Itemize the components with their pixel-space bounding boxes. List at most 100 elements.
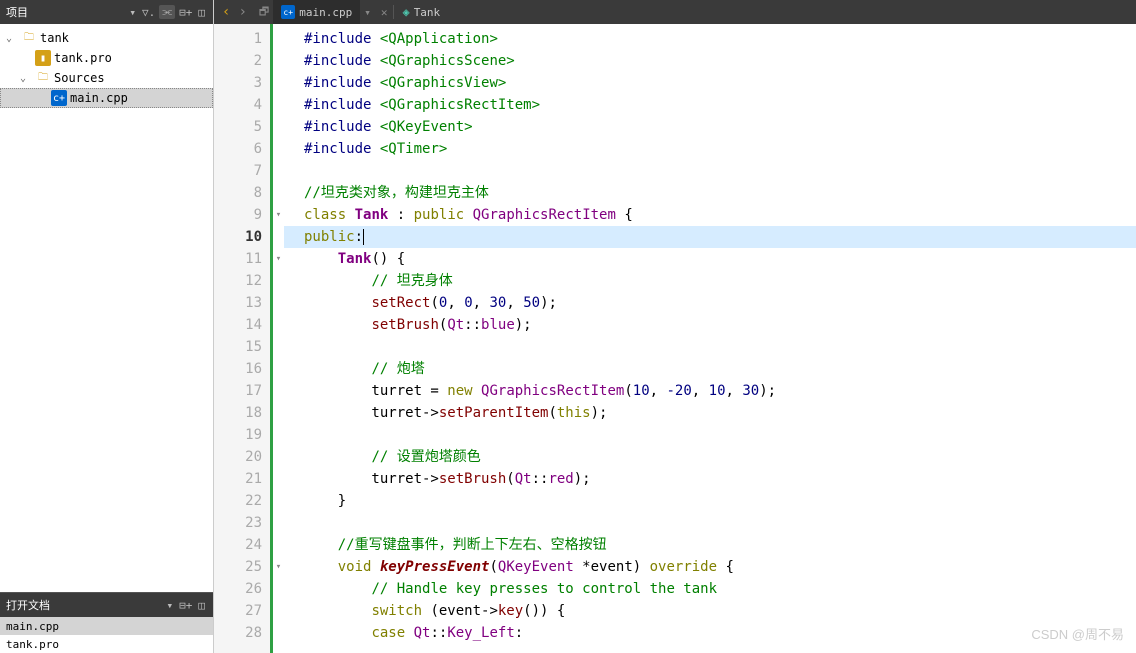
folder-icon: 🗀 xyxy=(21,30,37,46)
filter-icon[interactable]: ▽. xyxy=(140,6,157,19)
code-line[interactable]: //重写键盘事件，判断上下左右、空格按钮 xyxy=(284,534,1136,556)
code-line[interactable]: switch (event->key()) { xyxy=(284,600,1136,622)
line-number[interactable]: 21 xyxy=(214,468,270,490)
code-line[interactable]: turret->setBrush(Qt::red); xyxy=(284,468,1136,490)
code-line[interactable]: void keyPressEvent(QKeyEvent *event) ove… xyxy=(284,556,1136,578)
project-panel-header: 项目 ▾ ▽. ⫘ ⊟+ ◫ xyxy=(0,0,213,24)
code-line[interactable]: class Tank : public QGraphicsRectItem { xyxy=(284,204,1136,226)
line-number[interactable]: 15 xyxy=(214,336,270,358)
code-line[interactable]: // Handle key presses to control the tan… xyxy=(284,578,1136,600)
expand-icon[interactable]: ⊟+ xyxy=(177,6,194,19)
fold-icon[interactable]: ▾ xyxy=(273,248,284,270)
line-number[interactable]: 1 xyxy=(214,28,270,50)
tree-label: Sources xyxy=(54,71,105,85)
fold-strip[interactable]: ▾ ▾ ▾ xyxy=(270,24,284,653)
code-line[interactable]: turret->setParentItem(this); xyxy=(284,402,1136,424)
code-line[interactable]: #include <QGraphicsRectItem> xyxy=(284,94,1136,116)
fold-icon[interactable]: ▾ xyxy=(273,556,284,578)
code-line[interactable]: // 坦克身体 xyxy=(284,270,1136,292)
line-number[interactable]: 7 xyxy=(214,160,270,182)
symbol-selector[interactable]: ◈ Tank xyxy=(393,5,448,19)
tree-item-main[interactable]: c+ main.cpp xyxy=(0,88,213,108)
code-line[interactable]: case Qt::Key_Left: xyxy=(284,622,1136,644)
code-line[interactable]: setBrush(Qt::blue); xyxy=(284,314,1136,336)
line-number[interactable]: 14 xyxy=(214,314,270,336)
line-number[interactable]: 17 xyxy=(214,380,270,402)
code-line[interactable]: //坦克类对象，构建坦克主体 xyxy=(284,182,1136,204)
code-line[interactable]: // 设置炮塔颜色 xyxy=(284,446,1136,468)
docs-list: main.cpp tank.pro xyxy=(0,617,213,653)
line-gutter[interactable]: 1234567891011121314151617181920212223242… xyxy=(214,24,270,653)
doc-item[interactable]: tank.pro xyxy=(0,635,213,653)
symbol-label: Tank xyxy=(414,6,441,19)
nav-forward-icon[interactable]: › xyxy=(236,4,248,20)
tree-item-pro[interactable]: ▮ tank.pro xyxy=(0,48,213,68)
fold-icon[interactable]: ▾ xyxy=(273,204,284,226)
line-number[interactable]: 8 xyxy=(214,182,270,204)
code-line[interactable]: turret = new QGraphicsRectItem(10, -20, … xyxy=(284,380,1136,402)
open-documents-panel: 打开文档 ▾ ⊟+ ◫ main.cpp tank.pro xyxy=(0,592,213,653)
tree-root[interactable]: ⌄ 🗀 tank xyxy=(0,28,213,48)
line-number[interactable]: 28 xyxy=(214,622,270,644)
line-number[interactable]: 4 xyxy=(214,94,270,116)
code-line[interactable]: #include <QApplication> xyxy=(284,28,1136,50)
line-number[interactable]: 5 xyxy=(214,116,270,138)
tree-label: tank xyxy=(40,31,69,45)
code-line[interactable]: #include <QTimer> xyxy=(284,138,1136,160)
line-number[interactable]: 6 xyxy=(214,138,270,160)
tab-label: main.cpp xyxy=(299,6,352,19)
line-number[interactable]: 25 xyxy=(214,556,270,578)
line-number[interactable]: 3 xyxy=(214,72,270,94)
code-line[interactable]: // 炮塔 xyxy=(284,358,1136,380)
code-line[interactable]: Tank() { xyxy=(284,248,1136,270)
code-line[interactable]: #include <QGraphicsView> xyxy=(284,72,1136,94)
project-tree[interactable]: ⌄ 🗀 tank ▮ tank.pro ⌄ 🗀 Sources c+ main.… xyxy=(0,24,213,592)
line-number[interactable]: 20 xyxy=(214,446,270,468)
project-title: 项目 xyxy=(6,4,127,20)
dropdown-icon[interactable]: ▾ xyxy=(127,6,138,19)
line-number[interactable]: 11 xyxy=(214,248,270,270)
code-line[interactable] xyxy=(284,424,1136,446)
doc-item[interactable]: main.cpp xyxy=(0,617,213,635)
line-number[interactable]: 16 xyxy=(214,358,270,380)
code-editor[interactable]: 1234567891011121314151617181920212223242… xyxy=(214,24,1136,653)
docs-panel-header: 打开文档 ▾ ⊟+ ◫ xyxy=(0,593,213,617)
line-number[interactable]: 24 xyxy=(214,534,270,556)
dropdown-icon[interactable]: ▾ xyxy=(165,599,176,612)
line-number[interactable]: 23 xyxy=(214,512,270,534)
code-line[interactable]: setRect(0, 0, 30, 50); xyxy=(284,292,1136,314)
line-number[interactable]: 10 xyxy=(214,226,270,248)
nav-back-icon[interactable]: ‹ xyxy=(220,4,232,20)
split-icon[interactable]: ◫ xyxy=(196,6,207,19)
line-number[interactable]: 9 xyxy=(214,204,270,226)
tree-label: tank.pro xyxy=(54,51,112,65)
code-line[interactable]: #include <QKeyEvent> xyxy=(284,116,1136,138)
code-line[interactable]: #include <QGraphicsScene> xyxy=(284,50,1136,72)
code-line[interactable]: } xyxy=(284,490,1136,512)
class-icon: ◈ xyxy=(402,5,409,19)
line-number[interactable]: 12 xyxy=(214,270,270,292)
split-icon[interactable]: ◫ xyxy=(196,599,207,612)
collapse-icon[interactable]: ⌄ xyxy=(20,73,32,84)
code-line[interactable] xyxy=(284,512,1136,534)
line-number[interactable]: 22 xyxy=(214,490,270,512)
collapse-icon[interactable]: ⌄ xyxy=(6,33,18,44)
line-number[interactable]: 27 xyxy=(214,600,270,622)
code-line[interactable]: public: xyxy=(284,226,1136,248)
line-number[interactable]: 18 xyxy=(214,402,270,424)
expand-icon[interactable]: ⊟+ xyxy=(177,599,194,612)
line-number[interactable]: 19 xyxy=(214,424,270,446)
tree-item-sources[interactable]: ⌄ 🗀 Sources xyxy=(0,68,213,88)
line-number[interactable]: 2 xyxy=(214,50,270,72)
tab-close-icon[interactable]: ✕ xyxy=(375,6,394,19)
line-number[interactable]: 13 xyxy=(214,292,270,314)
code-line[interactable] xyxy=(284,336,1136,358)
tab-dropdown-icon[interactable]: ▾ xyxy=(360,6,375,19)
line-number[interactable]: 26 xyxy=(214,578,270,600)
editor-tab[interactable]: c+ main.cpp xyxy=(273,0,360,24)
code-area[interactable]: #include <QApplication>#include <QGraphi… xyxy=(284,24,1136,653)
code-line[interactable] xyxy=(284,160,1136,182)
link-icon[interactable]: ⫘ xyxy=(159,5,175,19)
sidebar: 项目 ▾ ▽. ⫘ ⊟+ ◫ ⌄ 🗀 tank ▮ tan xyxy=(0,0,214,653)
lock-icon[interactable]: 🗗 xyxy=(255,3,273,22)
